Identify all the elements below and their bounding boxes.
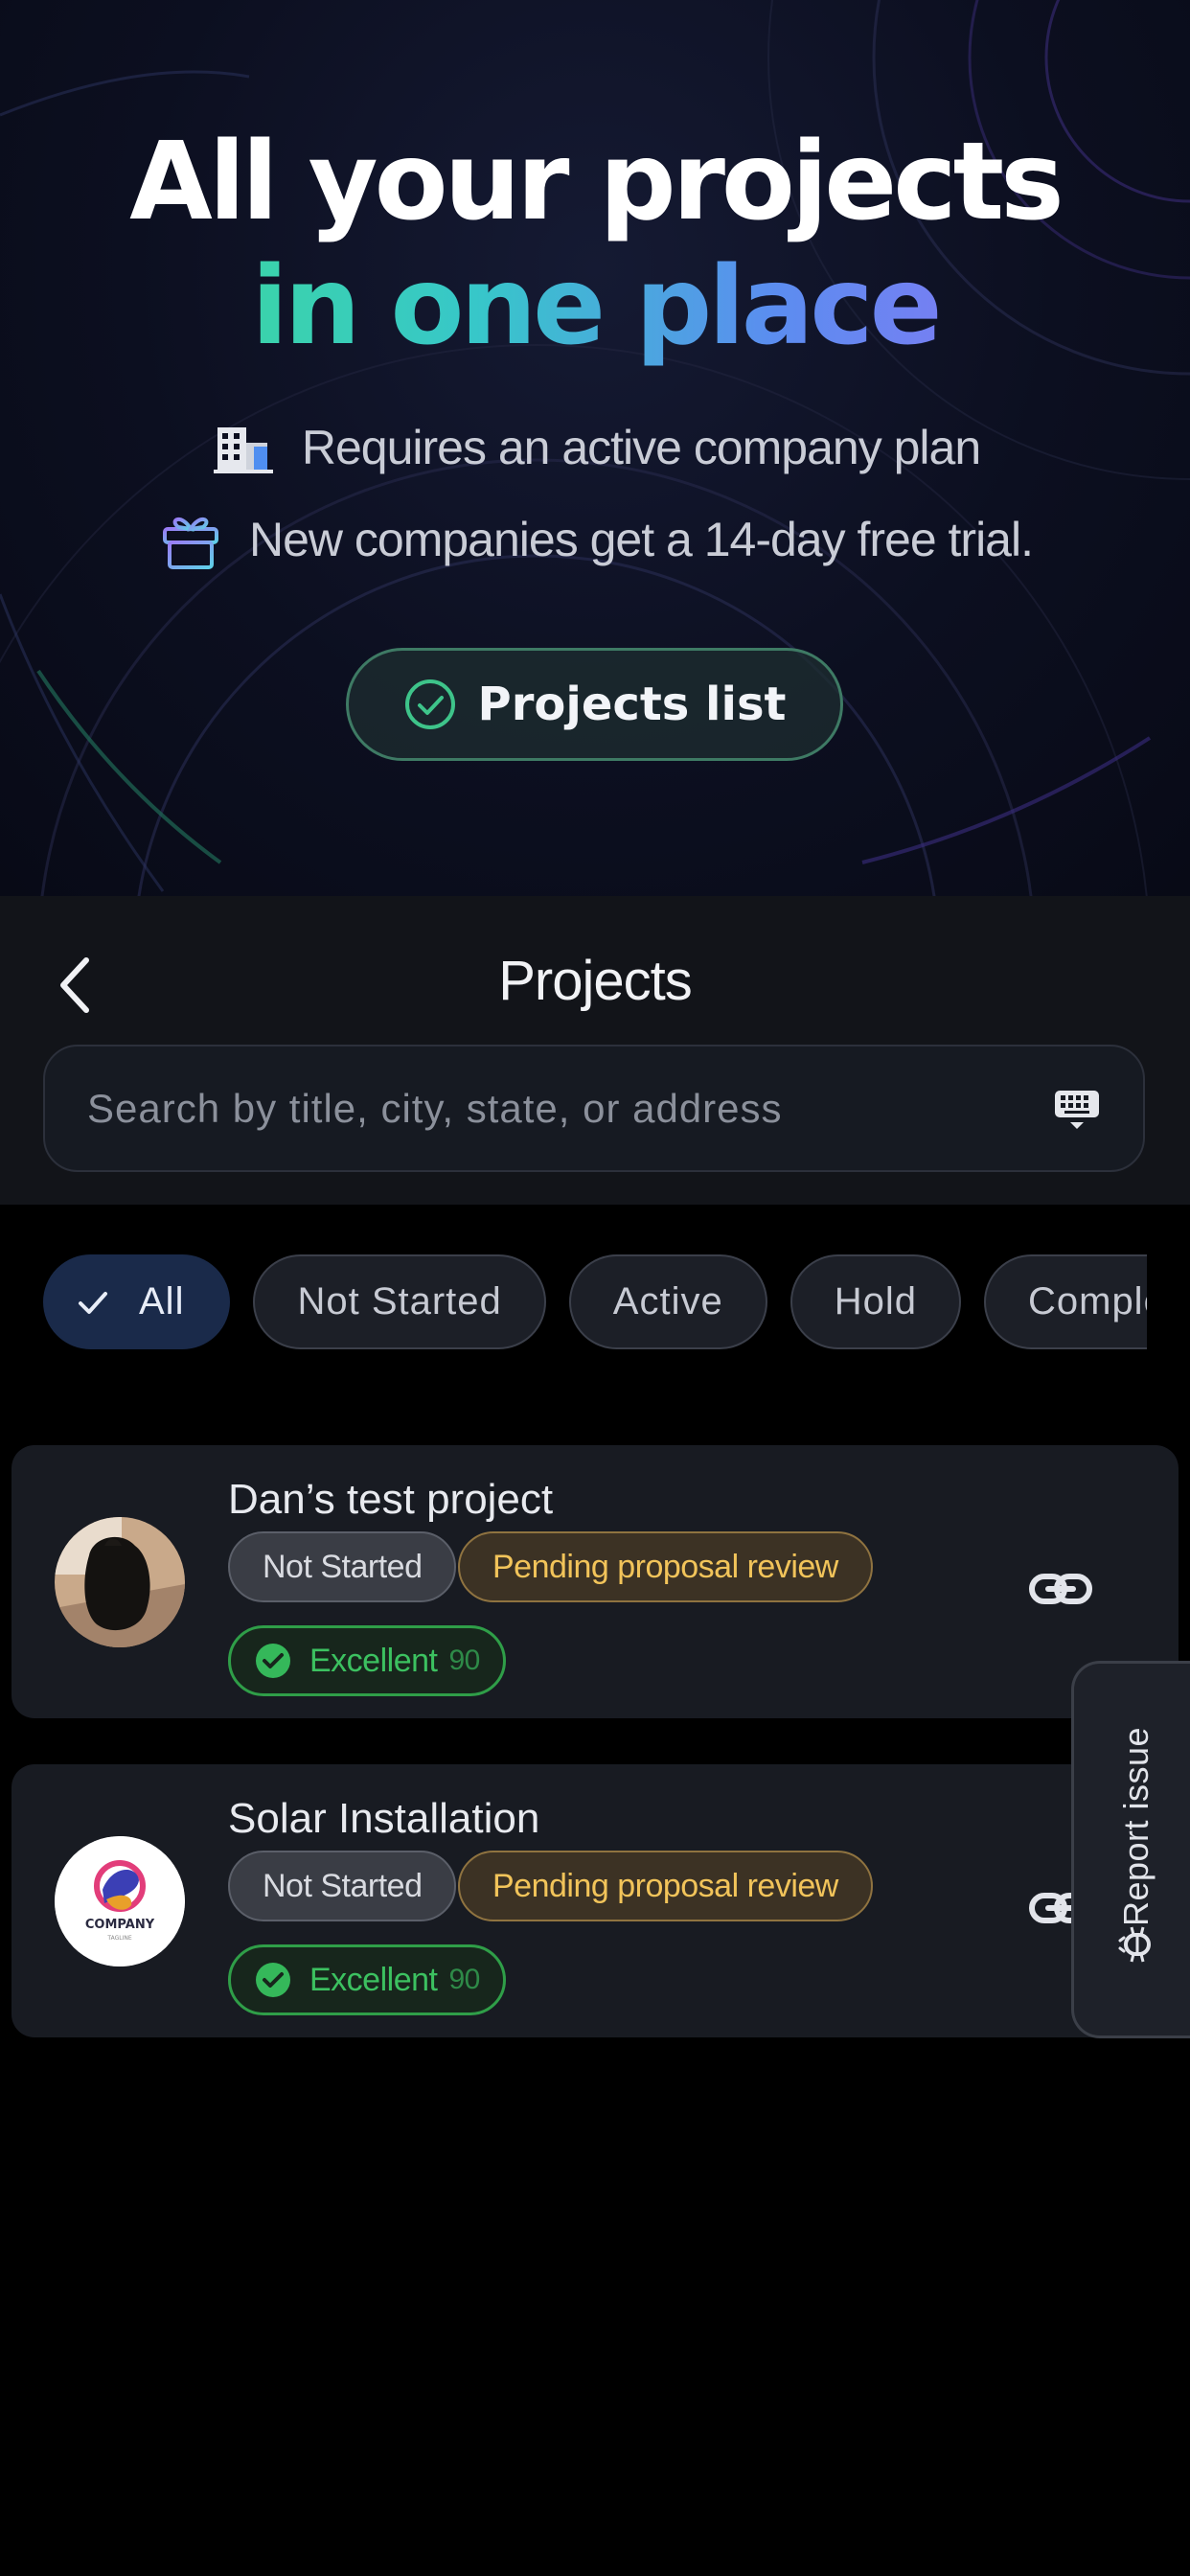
- projects-list-button[interactable]: Projects list: [346, 648, 843, 761]
- page-title: Projects: [498, 950, 693, 1012]
- project-card[interactable]: Dan’s test project Not Started Pending p…: [11, 1445, 1179, 1718]
- filter-chip-label: All: [139, 1280, 185, 1322]
- filter-chip-all[interactable]: All: [43, 1254, 231, 1349]
- score-badge: Excellent 90: [228, 1944, 506, 2015]
- score-value: 90: [448, 1644, 480, 1676]
- projects-header: Projects: [0, 896, 1190, 1205]
- report-issue-tab[interactable]: Report issue: [1071, 1661, 1190, 2038]
- project-avatar: [55, 1517, 185, 1647]
- company-logo-avatar: COMPANY TAGLINE: [55, 1836, 185, 1966]
- score-label: Excellent: [309, 1961, 438, 1998]
- project-card[interactable]: COMPANY TAGLINE Solar Installation Not S…: [11, 1764, 1179, 2037]
- projects-list-button-label: Projects list: [477, 678, 787, 731]
- status-filter-bar: All Not Started Active Hold Completed: [43, 1254, 1147, 1350]
- check-circle-icon: [404, 679, 455, 729]
- pending-review-badge: Pending proposal review: [458, 1851, 873, 1921]
- hero-banner: All your projects in one place Requires: [0, 0, 1190, 896]
- search-bar[interactable]: [43, 1045, 1145, 1172]
- gift-icon: [157, 506, 224, 573]
- project-title: Dan’s test project: [228, 1476, 554, 1523]
- score-value: 90: [448, 1964, 480, 1995]
- filter-chip-not-started[interactable]: Not Started: [253, 1254, 546, 1349]
- building-icon: [210, 414, 277, 481]
- filter-chip-label: Hold: [834, 1280, 917, 1322]
- project-title: Solar Installation: [228, 1795, 540, 1842]
- keyboard-icon[interactable]: [1053, 1085, 1101, 1133]
- bug-icon: [1118, 1926, 1151, 1963]
- check-circle-icon: [256, 1644, 290, 1678]
- app-screen: All your projects in one place Requires: [0, 0, 1190, 2576]
- link-icon[interactable]: [1027, 1555, 1094, 1622]
- free-trial-text: New companies get a 14-day free trial.: [249, 513, 1034, 566]
- filter-chip-label: Active: [612, 1280, 723, 1322]
- free-trial-note: New companies get a 14-day free trial.: [0, 506, 1190, 573]
- search-input[interactable]: [87, 1085, 1053, 1132]
- status-badge: Not Started: [228, 1851, 457, 1921]
- status-badge: Not Started: [228, 1531, 457, 1602]
- filter-chip-active[interactable]: Active: [568, 1254, 767, 1349]
- pending-review-badge: Pending proposal review: [458, 1531, 873, 1602]
- filter-chip-label: Not Started: [297, 1280, 502, 1322]
- score-label: Excellent: [309, 1642, 438, 1679]
- score-badge: Excellent 90: [228, 1625, 506, 1696]
- hero-title-line1: All your projects: [129, 120, 1064, 244]
- plan-requirement-note: Requires an active company plan: [0, 414, 1190, 481]
- check-circle-icon: [256, 1963, 290, 1997]
- filter-chip-hold[interactable]: Hold: [790, 1254, 961, 1349]
- logo-text: COMPANY: [85, 1918, 155, 1932]
- check-icon: [79, 1291, 107, 1314]
- hero-title-line2: in one place: [0, 244, 1190, 369]
- hero-title: All your projects in one place: [0, 120, 1190, 369]
- filter-chip-completed[interactable]: Completed: [983, 1254, 1147, 1349]
- logo-tagline: TAGLINE: [106, 1935, 131, 1942]
- report-issue-label: Report issue: [1116, 1726, 1156, 1927]
- filter-chip-label: Completed: [1027, 1280, 1147, 1322]
- plan-requirement-text: Requires an active company plan: [301, 421, 981, 474]
